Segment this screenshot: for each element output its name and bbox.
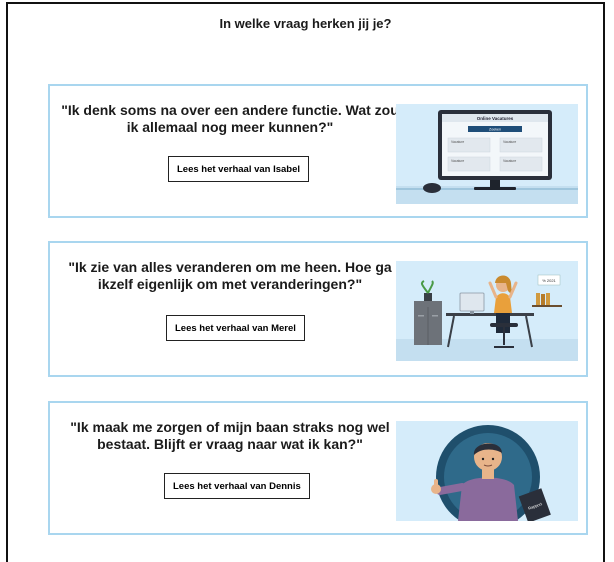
read-story-dennis-button[interactable]: Lees het verhaal van Dennis [164,473,310,499]
story-card-merel: "Ik zie van alles veranderen om me heen.… [48,241,588,377]
quote-text: "Ik denk soms na over een andere functie… [61,102,399,135]
story-card-isabel: "Ik denk soms na over een andere functie… [48,84,588,218]
read-story-merel-button[interactable]: Lees het verhaal van Merel [166,315,305,341]
quote-text: "Ik maak me zorgen of mijn baan straks n… [70,419,390,452]
quote-text: "Ik zie van alles veranderen om me heen.… [68,259,392,292]
search-label: Zoeken [489,128,501,132]
computer-screen-icon: Online Vacatures Zoeken Vacature Vacatur… [396,110,578,204]
read-story-isabel-button[interactable]: Lees het verhaal van Isabel [168,156,310,182]
listing-label: Vacature [503,140,516,144]
poster-label: % 2021 [542,278,556,283]
illustration-man-with-report: Rapport [396,421,578,521]
illustration-woman-at-desk: % 2021 [396,261,578,361]
story-card-dennis: "Ik maak me zorgen of mijn baan straks n… [48,401,588,535]
woman-desk-icon: % 2021 [396,274,578,361]
page-title: In welke vraag herken jij je? [219,16,392,31]
man-report-icon: Rapport [431,425,551,521]
page-frame: In welke vraag herken jij je? "Ik denk s… [6,2,605,562]
listing-label: Vacature [503,159,516,163]
screen-title: Online Vacatures [477,116,514,121]
illustration-job-search: Online Vacatures Zoeken Vacature Vacatur… [396,104,578,204]
listing-label: Vacature [451,159,464,163]
listing-label: Vacature [451,140,464,144]
